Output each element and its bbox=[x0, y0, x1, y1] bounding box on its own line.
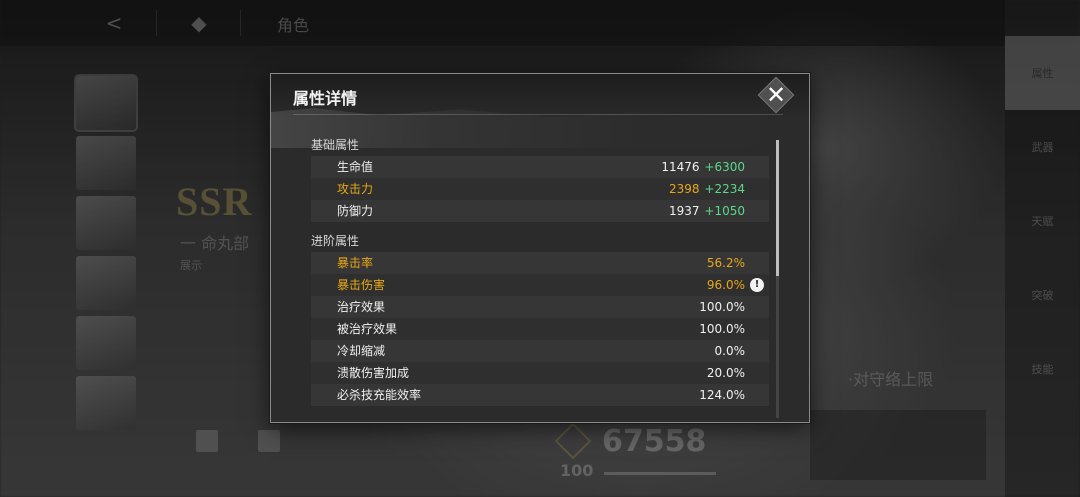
attribute-value: 96.0% bbox=[706, 278, 745, 292]
attribute-row-healing: 治疗效果 100.0% bbox=[311, 296, 769, 318]
modal-title: 属性详情 bbox=[293, 89, 358, 108]
attribute-row-ultimate-energy: 必杀技充能效率 124.0% bbox=[311, 384, 769, 406]
attribute-value: 100.0% bbox=[699, 300, 745, 314]
attribute-label: 防御力 bbox=[337, 204, 374, 218]
bonus-value: +6300 bbox=[704, 160, 745, 174]
bonus-value: +2234 bbox=[704, 182, 745, 196]
attribute-details-modal: 属性详情 ✕ 基础属性 生命值 11476 +6300 攻击力 2398 +22… bbox=[270, 73, 810, 423]
attribute-value: 1937 +1050 bbox=[669, 200, 745, 222]
attribute-label: 生命值 bbox=[337, 160, 374, 174]
attribute-label: 溃散伤害加成 bbox=[337, 366, 410, 380]
attribute-label: 冷却缩减 bbox=[337, 344, 386, 358]
attribute-value: 2398 +2234 bbox=[669, 178, 745, 200]
bonus-value: +1050 bbox=[704, 204, 745, 218]
attribute-row-healed: 被治疗效果 100.0% bbox=[311, 318, 769, 340]
advanced-attributes: 暴击率 56.2% 暴击伤害 96.0% ! 治疗效果 100.0% 被治疗效果… bbox=[311, 252, 769, 406]
attribute-label: 暴击率 bbox=[337, 256, 374, 270]
attribute-value: 0.0% bbox=[714, 344, 746, 358]
info-icon[interactable]: ! bbox=[750, 278, 764, 292]
close-button[interactable]: ✕ bbox=[757, 76, 795, 114]
scrollbar-thumb[interactable] bbox=[776, 140, 779, 276]
attribute-label: 攻击力 bbox=[337, 182, 374, 196]
section-title-advanced: 进阶属性 bbox=[311, 234, 360, 248]
attribute-row-attack: 攻击力 2398 +2234 bbox=[311, 178, 769, 200]
attribute-row-defense: 防御力 1937 +1050 bbox=[311, 200, 769, 222]
attribute-list: 基础属性 生命值 11476 +6300 攻击力 2398 +2234 防御力 … bbox=[311, 134, 771, 406]
close-x-icon: ✕ bbox=[765, 81, 787, 109]
attribute-label: 被治疗效果 bbox=[337, 322, 398, 336]
scrollbar[interactable] bbox=[776, 140, 779, 418]
attribute-label: 必杀技充能效率 bbox=[337, 388, 422, 402]
base-value: 11476 bbox=[661, 160, 700, 174]
attribute-label: 暴击伤害 bbox=[337, 278, 386, 292]
attribute-row-hp: 生命值 11476 +6300 bbox=[311, 156, 769, 178]
attribute-label: 治疗效果 bbox=[337, 300, 386, 314]
attribute-value: 11476 +6300 bbox=[661, 156, 745, 178]
base-value: 2398 bbox=[669, 182, 700, 196]
attribute-row-break-damage: 溃散伤害加成 20.0% bbox=[311, 362, 769, 384]
attribute-row-crit-damage: 暴击伤害 96.0% ! bbox=[311, 274, 769, 296]
title-divider bbox=[293, 114, 783, 115]
attribute-value: 124.0% bbox=[699, 388, 745, 402]
attribute-value: 56.2% bbox=[706, 256, 745, 270]
attribute-row-crit-rate: 暴击率 56.2% bbox=[311, 252, 769, 274]
attribute-value: 20.0% bbox=[706, 366, 745, 380]
attribute-row-cooldown: 冷却缩减 0.0% bbox=[311, 340, 769, 362]
attribute-value: 100.0% bbox=[699, 322, 745, 336]
section-title-basic: 基础属性 bbox=[311, 138, 360, 152]
base-value: 1937 bbox=[669, 204, 700, 218]
basic-attributes: 生命值 11476 +6300 攻击力 2398 +2234 防御力 1937 … bbox=[311, 156, 769, 222]
